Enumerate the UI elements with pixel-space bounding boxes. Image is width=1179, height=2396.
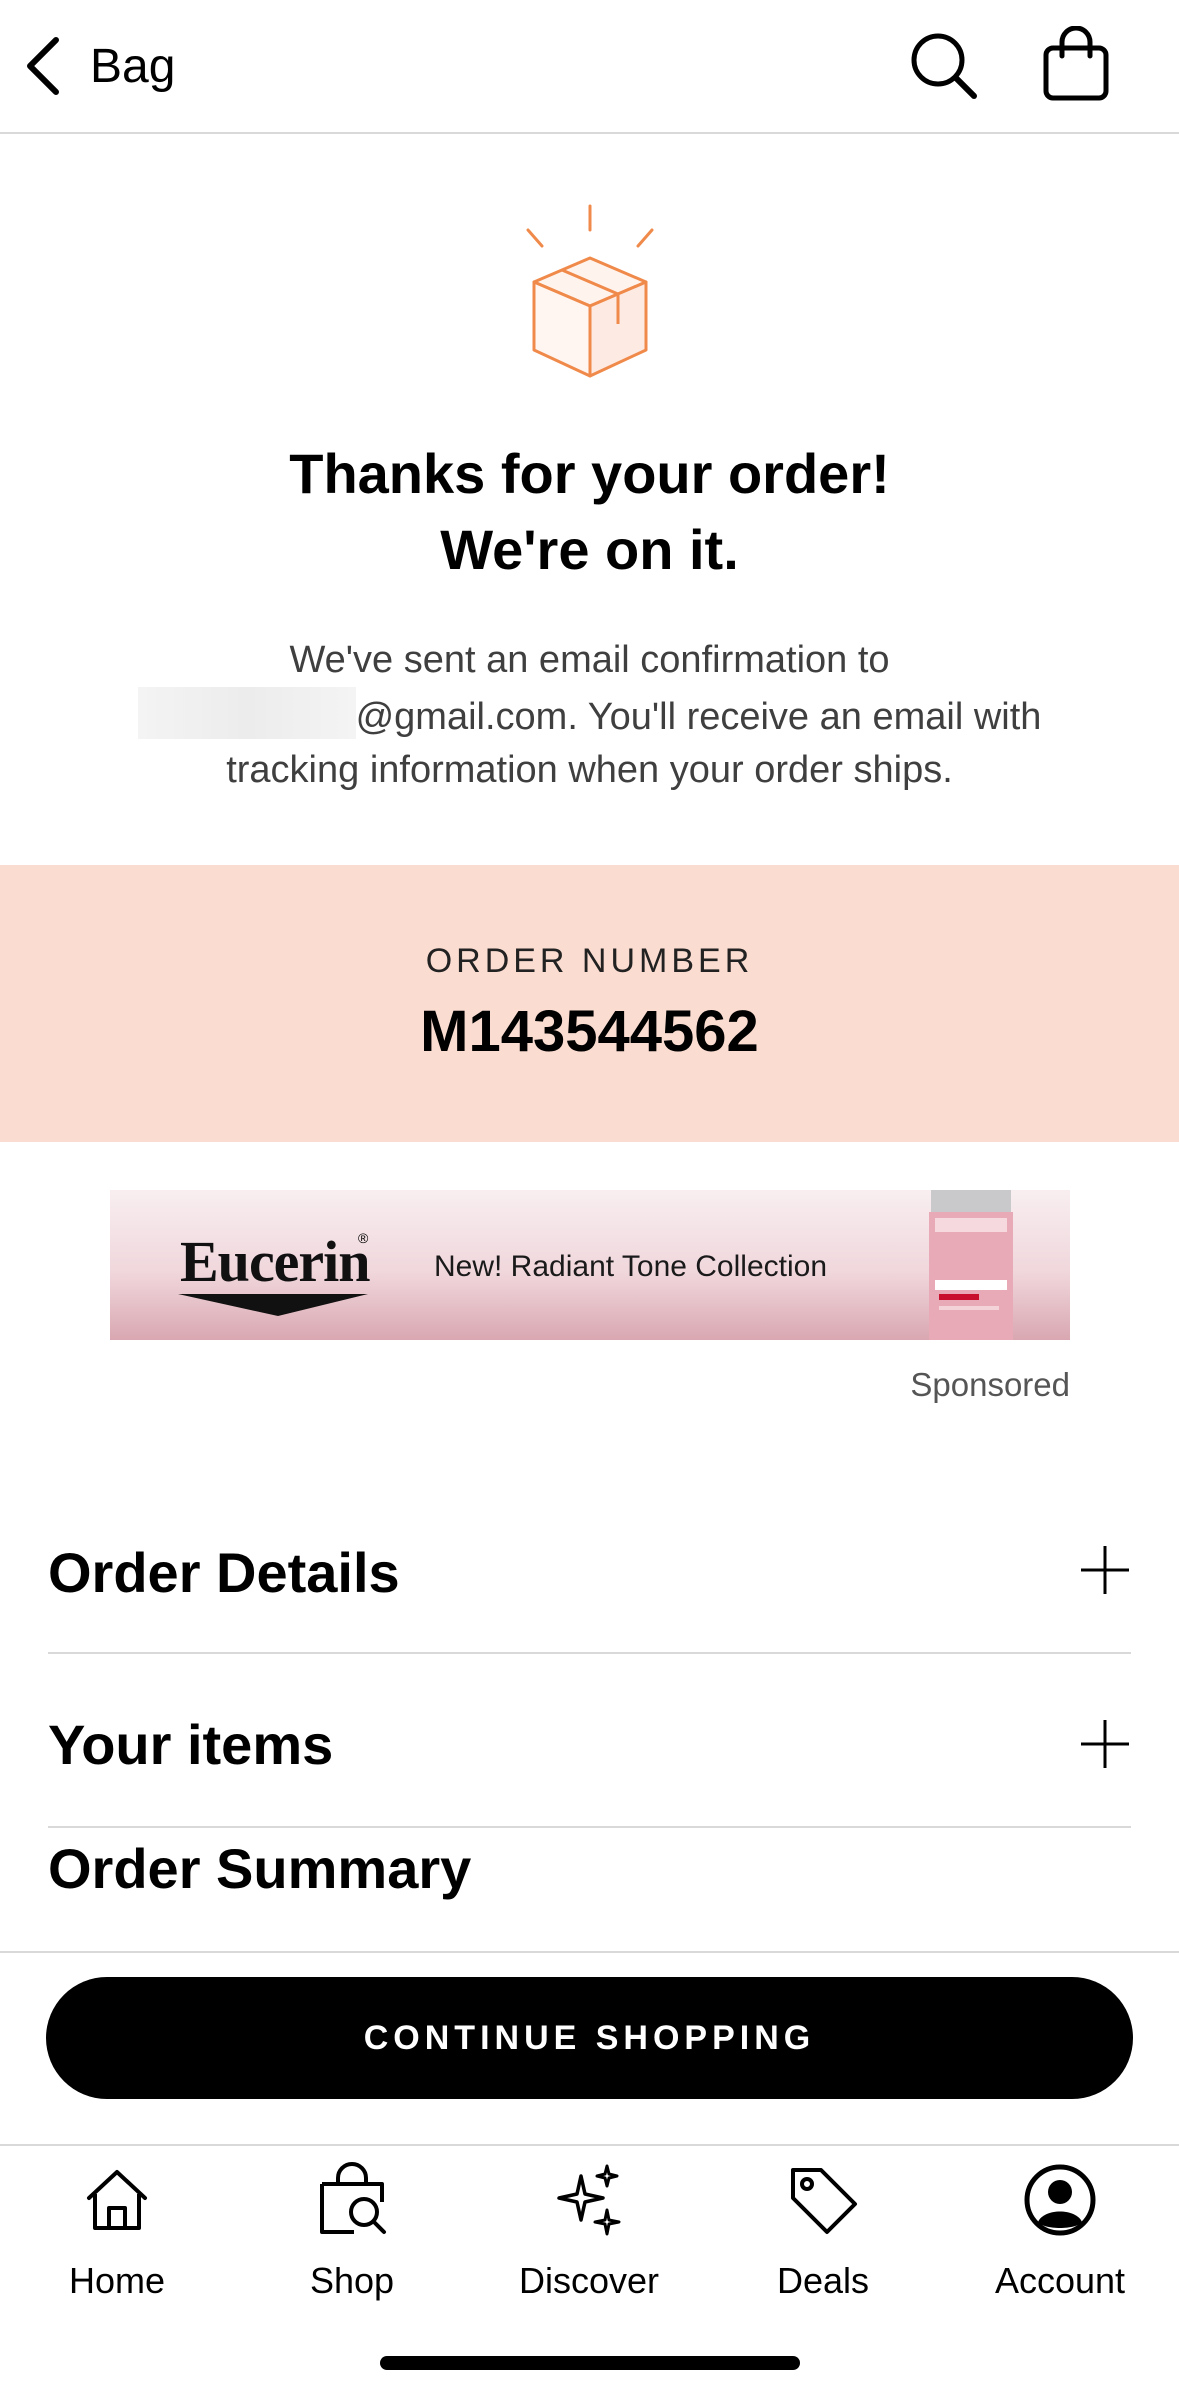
tab-shop[interactable]: Shop xyxy=(252,2162,452,2332)
continue-shopping-button[interactable]: CONTINUE SHOPPING xyxy=(46,1977,1133,2099)
email-suffix: @gmail.com. You'll receive an email with xyxy=(355,696,1042,738)
tab-shop-label: Shop xyxy=(309,2260,395,2301)
chevron-left-icon xyxy=(27,37,59,95)
confirmation-message-line1: We've sent an email confirmation to xyxy=(289,639,890,681)
sponsored-label: Sponsored xyxy=(910,1366,1070,1403)
ad-tagline: New! Radiant Tone Collection xyxy=(434,1250,828,1283)
tab-account[interactable]: Account xyxy=(960,2162,1160,2332)
ad-brand-logo: Eucerin xyxy=(180,1229,371,1294)
confirmation-message-line3: tracking information when your order shi… xyxy=(226,749,953,791)
order-number-label: ORDER NUMBER xyxy=(425,942,754,980)
brand-swoosh-icon xyxy=(178,1294,368,1316)
search-icon[interactable] xyxy=(908,30,980,102)
divider xyxy=(0,1951,1179,1953)
package-box-icon xyxy=(526,204,654,378)
confirmation-message-line2: @gmail.com. You'll receive an email with xyxy=(60,687,1119,744)
tab-home-label: Home xyxy=(68,2260,166,2301)
tab-account-label: Account xyxy=(994,2260,1126,2301)
account-icon xyxy=(1024,2164,1096,2236)
product-bottle-image xyxy=(929,1190,1013,1340)
shopping-bag-icon[interactable] xyxy=(1040,26,1112,102)
your-items-title: Your items xyxy=(48,1713,334,1776)
order-summary-title[interactable]: Order Summary xyxy=(48,1836,471,1901)
home-icon xyxy=(87,2170,147,2230)
confirmation-title-line2: We're on it. xyxy=(440,518,739,581)
sponsored-ad-banner[interactable]: Eucerin ® New! Radiant Tone Collection xyxy=(110,1190,1070,1340)
registered-mark-icon: ® xyxy=(358,1230,369,1246)
shop-bag-search-icon xyxy=(320,2162,386,2234)
price-tag-icon xyxy=(791,2168,857,2234)
plus-icon[interactable] xyxy=(1079,1544,1131,1596)
your-items-accordion[interactable]: Your items xyxy=(48,1654,1131,1828)
tab-home[interactable]: Home xyxy=(17,2162,217,2332)
bottom-tab-bar: Home Shop Discover Deals Account xyxy=(0,2144,1179,2344)
tab-deals-label: Deals xyxy=(776,2260,870,2301)
home-indicator xyxy=(380,2356,800,2370)
top-nav-bar: Bag xyxy=(0,0,1179,134)
order-number-value: M143544562 xyxy=(420,999,759,1064)
order-details-title: Order Details xyxy=(48,1541,400,1604)
back-label: Bag xyxy=(90,39,176,93)
tab-deals[interactable]: Deals xyxy=(723,2162,923,2332)
tab-discover-label: Discover xyxy=(518,2260,660,2301)
back-button[interactable]: Bag xyxy=(22,30,192,102)
tab-discover[interactable]: Discover xyxy=(489,2162,689,2332)
redacted-email-username xyxy=(137,687,356,739)
order-details-accordion[interactable]: Order Details xyxy=(48,1480,1131,1654)
plus-icon[interactable] xyxy=(1079,1718,1131,1770)
confirmation-message: We've sent an email confirmation to @gma… xyxy=(60,634,1119,797)
confirmation-title-line1: Thanks for your order! xyxy=(289,442,890,505)
confirmation-title: Thanks for your order! We're on it. xyxy=(0,436,1179,588)
sparkles-icon xyxy=(557,2164,621,2236)
